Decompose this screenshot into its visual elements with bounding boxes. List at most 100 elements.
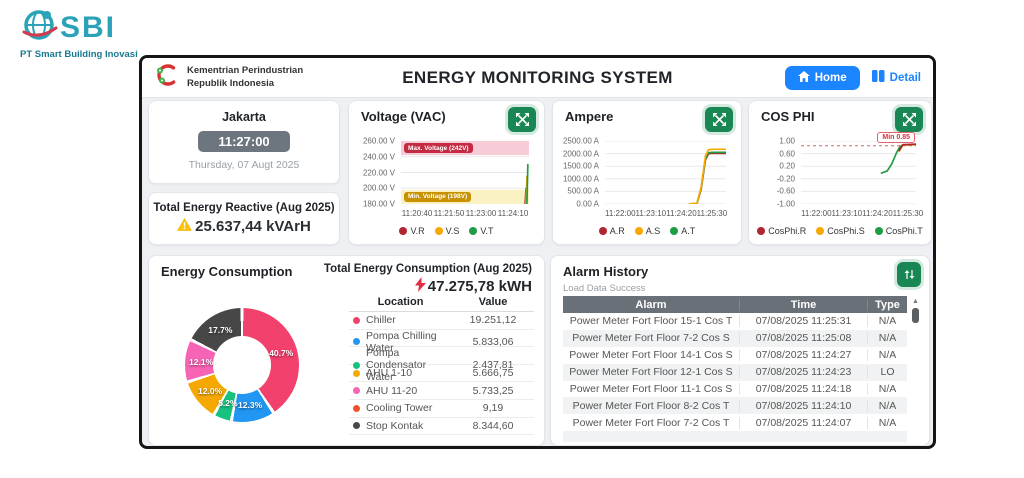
ministry-name-line1: Kementrian Perindustrian <box>187 65 303 77</box>
voltage-panel-title: Voltage (VAC) <box>361 109 446 124</box>
ampere-panel-title: Ampere <box>565 109 613 124</box>
reactive-card-title: Total Energy Reactive (Aug 2025) <box>149 202 339 214</box>
alarm-row-name: Power Meter Fort Floor 14-1 Cos S <box>563 349 739 361</box>
legend: A.RA.SA.T <box>559 226 735 236</box>
y-tick-label: 180.00 V <box>363 200 395 209</box>
alarm-history-panel: Alarm History Load Data Success AlarmTim… <box>550 255 930 446</box>
band-label: Min. Voltage (198V) <box>404 192 471 202</box>
ministry-name-line2: Republik Indonesia <box>187 78 303 90</box>
alarm-row-time: 07/08/2025 11:24:27 <box>739 349 867 361</box>
voltage-expand-button[interactable] <box>508 107 536 132</box>
x-tick-label: 11:23:10 <box>832 209 863 218</box>
x-axis: 11:22:0011:23:1011:24:2011:25:30 <box>801 209 916 218</box>
alarm-status-text: Load Data Success <box>563 283 645 294</box>
expand-icon <box>903 113 916 126</box>
legend-item: V.T <box>469 226 493 236</box>
legend-dot <box>816 227 824 235</box>
y-tick-label: -1.00 <box>777 200 795 209</box>
legend: V.RV.SV.T <box>355 226 538 236</box>
energy-col-value: Value <box>452 296 534 308</box>
alarm-row-type: N/A <box>867 400 907 412</box>
energy-row-value: 19.251,12 <box>452 314 534 326</box>
x-axis: 11:22:0011:23:1011:24:2011:25:30 <box>605 209 726 218</box>
series-color-dot <box>353 338 360 345</box>
alarm-row-time: 07/08/2025 11:24:23 <box>739 366 867 378</box>
alarm-row: Power Meter Fort Floor 7-2 Cos T07/08/20… <box>563 414 907 431</box>
energy-row-label: AHU 1-10 <box>366 367 412 379</box>
alarm-row-type: N/A <box>867 315 907 327</box>
home-button[interactable]: Home <box>785 66 860 90</box>
y-tick-label: 220.00 V <box>363 168 395 177</box>
alarm-row-time: 07/08/2025 11:24:07 <box>739 417 867 429</box>
y-tick-label: 1000.00 A <box>563 174 599 183</box>
energy-row-value: 5.833,06 <box>452 336 534 348</box>
clock-display: 11:27:00 <box>198 131 290 152</box>
x-tick-label: 11:21:50 <box>434 209 465 218</box>
energy-row-location: AHU 1-10 <box>349 367 452 379</box>
alarm-row-type: N/A <box>867 332 907 344</box>
energy-total-label: Total Energy Consumption (Aug 2025) <box>324 263 532 275</box>
cosphi-chart: 1.000.600.20-0.20-0.60-1.00 Min 0.85 11:… <box>755 135 925 240</box>
legend-item: CosPhi.S <box>816 226 865 236</box>
x-tick-label: 11:23:10 <box>636 209 667 218</box>
expand-icon <box>713 113 726 126</box>
alarm-row-time: 07/08/2025 11:25:08 <box>739 332 867 344</box>
date-display: Thursday, 07 Augt 2025 <box>149 159 339 171</box>
legend-item: A.S <box>635 226 661 236</box>
expand-icon <box>516 113 529 126</box>
alarm-row-time: 07/08/2025 11:25:31 <box>739 315 867 327</box>
cosphi-expand-button[interactable] <box>895 107 923 132</box>
y-tick-label: 0.60 <box>779 149 795 158</box>
plot-area: Min 0.85 <box>801 141 916 204</box>
alarm-table: AlarmTimeType Power Meter Fort Floor 15-… <box>563 296 907 442</box>
alarm-scrollbar[interactable]: ▲ <box>911 298 920 435</box>
y-tick-label: 240.00 V <box>363 152 395 161</box>
alarm-row-name: Power Meter Fort Floor 11-1 Cos S <box>563 383 739 395</box>
alarm-row-name: Power Meter Fort Floor 7-2 Cos T <box>563 417 739 429</box>
plot-area: Max. Voltage (242V)Min. Voltage (198V) <box>401 141 529 204</box>
alarm-row-type: N/A <box>867 383 907 395</box>
alarm-sort-button[interactable] <box>897 262 921 287</box>
total-energy-reactive-card: Total Energy Reactive (Aug 2025) 25.637,… <box>148 192 340 245</box>
scroll-thumb[interactable] <box>912 308 919 323</box>
ampere-chart: 2500.00 A2000.00 A1500.00 A1000.00 A500.… <box>559 135 735 240</box>
x-tick-label: 11:22:00 <box>605 209 636 218</box>
detail-icon <box>872 70 885 85</box>
alarm-row-time: 07/08/2025 11:24:10 <box>739 400 867 412</box>
alarm-row-time: 07/08/2025 11:24:18 <box>739 383 867 395</box>
y-tick-label: 0.00 A <box>576 200 599 209</box>
ministry-logo-icon <box>154 62 180 93</box>
alarm-row: Power Meter Fort Floor 14-1 Cos S07/08/2… <box>563 347 907 364</box>
min-line-label: Min 0.85 <box>877 132 915 143</box>
y-tick-label: 260.00 V <box>363 137 395 146</box>
series-color-dot <box>353 405 360 412</box>
alarm-row-name: Power Meter Fort Floor 12-1 Cos S <box>563 366 739 378</box>
alarm-row: Power Meter Fort Floor 7-2 Cos S07/08/20… <box>563 330 907 347</box>
energy-table-body: Chiller19.251,12Pompa Chilling Water5.83… <box>349 312 534 435</box>
ampere-expand-button[interactable] <box>705 107 733 132</box>
alarm-col-header: Alarm <box>563 299 739 311</box>
legend-item: V.S <box>435 226 460 236</box>
y-axis: 1.000.600.20-0.20-0.60-1.00 <box>755 141 799 204</box>
energy-row-value: 8.344,60 <box>452 420 534 432</box>
energy-table-row: Stop Kontak8.344,60 <box>349 418 534 436</box>
energy-col-location: Location <box>349 296 452 308</box>
alarm-col-header: Time <box>739 299 867 311</box>
y-axis: 260.00 V240.00 V220.00 V200.00 V180.00 V <box>355 141 399 204</box>
x-tick-label: 11:20:40 <box>402 209 433 218</box>
scroll-up-arrow[interactable]: ▲ <box>911 298 920 306</box>
energy-consumption-panel: Energy Consumption Total Energy Consumpt… <box>148 255 545 446</box>
x-tick-label: 11:24:10 <box>498 209 529 218</box>
donut-percent-label: 17.7% <box>208 325 232 335</box>
warning-icon <box>177 218 192 235</box>
home-button-label: Home <box>815 72 847 84</box>
energy-table-row: Chiller19.251,12 <box>349 312 534 330</box>
alarm-row: Power Meter Fort Floor 11-1 Cos S07/08/2… <box>563 381 907 398</box>
alarm-row-name: Power Meter Fort Floor 8-2 Cos T <box>563 400 739 412</box>
x-tick-label: 11:22:00 <box>801 209 832 218</box>
alarm-row-name: Power Meter Fort Floor 15-1 Cos T <box>563 315 739 327</box>
energy-table-row: Pompa Chilling Water5.833,06 <box>349 330 534 348</box>
legend-item: CosPhi.T <box>875 226 923 236</box>
detail-link[interactable]: Detail <box>872 70 921 85</box>
location-time-card: Jakarta 11:27:00 Thursday, 07 Augt 2025 <box>148 100 340 184</box>
